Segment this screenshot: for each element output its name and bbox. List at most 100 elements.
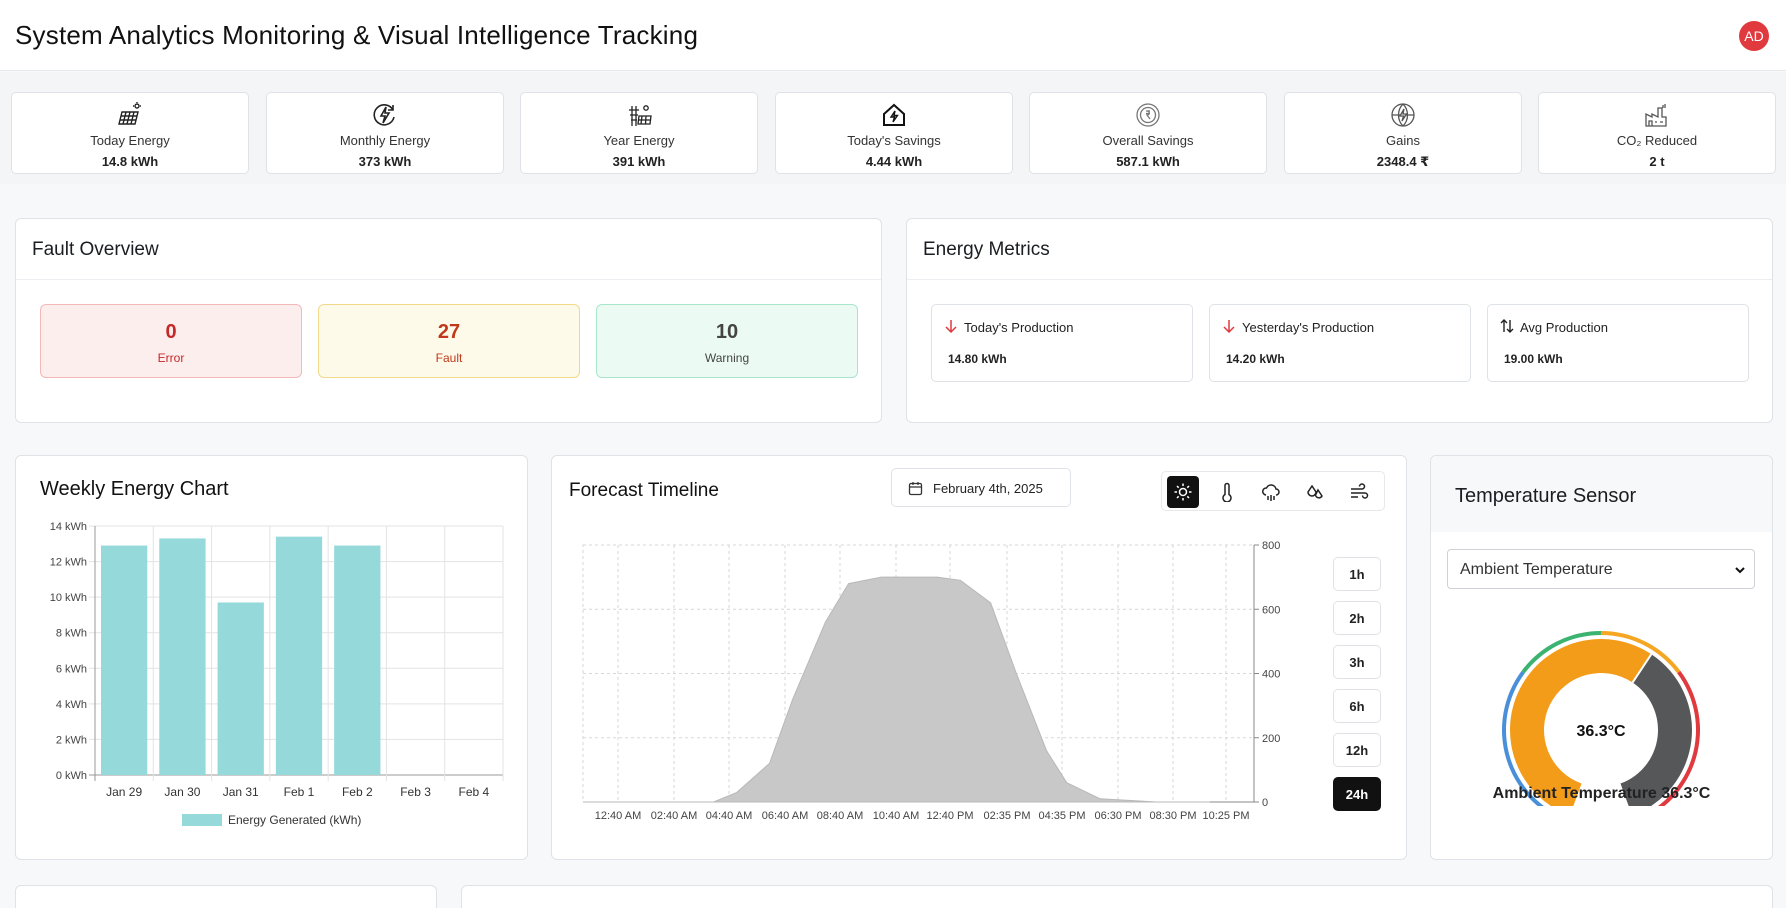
metric-label: Yesterday's Production [1242,320,1375,335]
weekly-energy-panel: Weekly Energy Chart 0 kWh 2 kWh 4 kWh 6 kWh… [15,455,528,860]
lower-panel-left [15,885,437,908]
forecast-area [583,576,1210,803]
fault-count: 27 [437,321,461,343]
y-tick-label: 0 kWh [56,770,87,782]
app-title: System Analytics Monitoring & Visual Int… [15,20,699,50]
stat-value: 391 kWh [612,154,666,169]
y-tick-label: 400 [1262,669,1280,681]
lower-panel-right [461,885,1773,908]
lightning-icon [373,104,395,126]
stat-card-todays-savings: Today's Savings 4.44 kWh [775,92,1013,174]
stat-value: 4.44 kWh [865,154,923,169]
user-avatar[interactable]: AD [1739,21,1769,51]
arrow-down-icon [1223,320,1235,333]
x-tick-label: 12:40 PM [926,810,973,822]
y-tick-label: 2 kWh [56,734,87,746]
solar-tower-icon [629,105,652,126]
energy-metrics-panel: Energy Metrics Today's Production 14.80 … [906,218,1773,423]
bar-jan-29 [101,545,148,775]
metric-value: 19.00 kWh [1504,352,1563,366]
stat-card-overall-savings: Overall Savings 587.1 kWh [1029,92,1267,174]
stat-card-today-energy: Today Energy 14.8 kWh [11,92,249,174]
stat-card-year-energy: Year Energy 391 kWh [520,92,758,174]
panel-header: Fault Overview [16,219,881,280]
fault-count: 10 [715,321,739,343]
fault-label: Error [157,351,185,365]
fault-card-fault[interactable]: 27 Fault [318,304,580,378]
metric-label: Avg Production [1520,320,1608,335]
stat-value: 2 t [1649,154,1665,169]
stat-card-gains: Gains 2348.4 ₹ [1284,92,1522,174]
legend-swatch [182,814,222,826]
x-tick-label: Feb 4 [459,785,490,799]
metric-card-yesterday-production: Yesterday's Production 14.20 kWh [1209,304,1471,382]
arrow-down-icon [945,320,957,333]
temperature-sensor-panel: Temperature Sensor Ambient Temperature 3… [1430,455,1773,860]
y-tick-label: 0 [1262,797,1268,809]
x-tick-label: 12:40 AM [595,810,641,822]
x-tick-label: Feb 1 [284,785,315,799]
legend-label: Energy Generated (kWh) [228,813,361,827]
stat-value: 14.8 kWh [101,154,159,169]
panel-title: Fault Overview [32,239,159,260]
gauge-value-label: 36.3°C [1576,723,1626,740]
top-bar: System Analytics Monitoring & Visual Int… [0,0,1786,71]
temperature-gauge: 36.3°C060 [1502,631,1700,806]
panel-title: Energy Metrics [923,239,1050,260]
x-tick-label: 10:25 PM [1202,810,1249,822]
x-tick-label: 10:40 AM [873,810,919,822]
stat-value: 2348.4 ₹ [1376,154,1430,169]
fault-overview-panel: Fault Overview 0 Error 27 Fault 10 Warni… [15,218,882,423]
x-tick-label: Jan 29 [106,785,142,799]
home-energy-icon [883,103,905,126]
stat-label: Today Energy [90,133,170,148]
bar-feb-2 [334,545,381,775]
metric-value: 14.20 kWh [1226,352,1285,366]
x-tick-label: 06:40 AM [762,810,808,822]
fault-label: Fault [435,351,463,365]
panel-header: Energy Metrics [907,219,1772,280]
forecast-area-chart: 0 200 400 600 800 12:40 AM 02:40 AM 04:40 AM 06:… [582,540,1280,822]
x-tick-label: 08:30 PM [1149,810,1196,822]
x-tick-label: 08:40 AM [817,810,863,822]
x-tick-label: Jan 31 [223,785,259,799]
y-tick-label: 8 kWh [56,628,87,640]
stat-value: 373 kWh [358,154,412,169]
y-tick-label: 200 [1262,733,1280,745]
factory-icon [1645,104,1667,127]
metric-card-avg-production: Avg Production 19.00 kWh [1487,304,1749,382]
gauge-caption: Ambient Temperature 36.3°C [1492,785,1711,802]
select-value: Ambient Temperature [1460,561,1613,578]
globe-energy-icon [1391,103,1415,127]
stat-value: 587.1 kWh [1116,154,1180,169]
stat-label: Year Energy [603,133,675,148]
x-tick-label: Feb 3 [400,785,431,799]
stat-label: Monthly Energy [339,133,431,148]
stat-label: CO₂ Reduced [1616,133,1698,148]
x-tick-label: 06:30 PM [1094,810,1141,822]
x-tick-label: 02:35 PM [983,810,1030,822]
stat-card-co2-reduced: CO₂ Reduced 2 t [1538,92,1776,174]
stat-card-monthly-energy: Monthly Energy 373 kWh [266,92,504,174]
fault-label: Warning [704,351,750,365]
y-tick-label: 6 kWh [56,663,87,675]
sensor-select[interactable]: Ambient Temperature [1447,549,1755,589]
bar-feb-1 [275,536,323,775]
stats-strip: Today Energy 14.8 kWh Monthly Energy 373… [0,72,1786,184]
coin-icon [1136,103,1160,127]
x-tick-label: 02:40 AM [651,810,697,822]
x-tick-label: 04:35 PM [1038,810,1085,822]
weekly-energy-chart: 0 kWh 2 kWh 4 kWh 6 kWh 8 kWh 10 kWh 12 kWh 14 … [50,521,504,827]
x-tick-label: Feb 2 [342,785,373,799]
fault-card-error[interactable]: 0 Error [40,304,302,378]
y-tick-label: 600 [1262,604,1280,616]
y-tick-label: 14 kWh [50,521,87,533]
y-tick-label: 10 kWh [50,592,87,604]
fault-count: 0 [165,321,177,343]
fault-card-warning[interactable]: 10 Warning [596,304,858,378]
x-tick-label: 04:40 AM [706,810,752,822]
metric-value: 14.80 kWh [948,352,1007,366]
arrows-up-down-icon [1500,319,1514,333]
metric-card-today-production: Today's Production 14.80 kWh [931,304,1193,382]
forecast-panel: Forecast Timeline February 4th, 2025 1h … [551,455,1407,860]
